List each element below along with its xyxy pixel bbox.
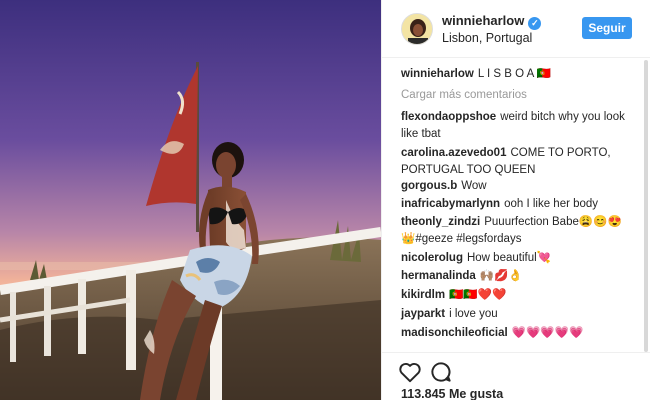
comment-text: Wow bbox=[461, 180, 487, 192]
comment-text: 🙌🏽💋👌 bbox=[479, 270, 523, 282]
comment-item: gorgous.b Wow bbox=[401, 178, 636, 195]
comment-username[interactable]: madisonchileoficial bbox=[401, 327, 508, 339]
post-side-panel: winnieharlow ✓ Lisbon, Portugal Seguir wi… bbox=[381, 0, 650, 400]
comment-item: madisonchileoficial 💗💗💗💗💗 bbox=[401, 325, 636, 342]
comment-username[interactable]: carolina.azevedo01 bbox=[401, 147, 506, 159]
load-more-comments-link[interactable]: Cargar más comentarios bbox=[401, 89, 527, 101]
post-header: winnieharlow ✓ Lisbon, Portugal Seguir bbox=[382, 0, 650, 58]
comment-username[interactable]: gorgous.b bbox=[401, 180, 457, 192]
heart-outline-icon[interactable] bbox=[397, 359, 423, 385]
avatar[interactable] bbox=[401, 13, 433, 45]
comment-item: kikirdlm 🇵🇹🇵🇹❤️❤️ bbox=[401, 287, 636, 304]
comment-username[interactable]: inafricabymarlynn bbox=[401, 198, 500, 210]
post-location[interactable]: Lisbon, Portugal bbox=[442, 31, 532, 45]
post-photo bbox=[0, 0, 381, 400]
post-username[interactable]: winnieharlow ✓ bbox=[442, 13, 542, 30]
comments-list: winnieharlow L I S B O A 🇵🇹 Cargar más co… bbox=[382, 64, 640, 352]
comment-text: i love you bbox=[449, 308, 498, 320]
comment-username[interactable]: nicolerolug bbox=[401, 252, 463, 264]
comment-item: nicolerolug How beautiful💘 bbox=[401, 250, 636, 267]
comment-username[interactable]: hermanalinda bbox=[401, 270, 476, 282]
post-username-text[interactable]: winnieharlow bbox=[442, 13, 524, 28]
comment-text: 💗💗💗💗💗 bbox=[511, 327, 584, 339]
comment-username[interactable]: kikirdlm bbox=[401, 289, 445, 301]
caption: winnieharlow L I S B O A 🇵🇹 bbox=[401, 66, 636, 83]
comment-item: hermanalinda 🙌🏽💋👌 bbox=[401, 268, 636, 285]
comment-username[interactable]: jayparkt bbox=[401, 308, 445, 320]
comment-item: inafricabymarlynn ooh I like her body bbox=[401, 196, 636, 213]
follow-button[interactable]: Seguir bbox=[582, 17, 632, 39]
verified-badge-icon: ✓ bbox=[528, 17, 542, 30]
caption-username[interactable]: winnieharlow bbox=[401, 68, 474, 80]
comment-item: carolina.azevedo01 COME TO PORTO, PORTUGA… bbox=[401, 145, 636, 178]
photo-scene bbox=[0, 0, 381, 400]
comment-item: jayparkt i love you bbox=[401, 306, 636, 323]
comment-item: flexondaoppshoe weird bitch why you look … bbox=[401, 109, 636, 142]
caption-text: L I S B O A 🇵🇹 bbox=[477, 68, 552, 80]
comment-item: theonly_zindzi Puuurfection Babe😩😊😍 👑#gee… bbox=[401, 214, 636, 247]
comments-scrollbar[interactable] bbox=[643, 60, 649, 352]
comment-text: ooh I like her body bbox=[504, 198, 599, 210]
comment-text: 🇵🇹🇵🇹❤️❤️ bbox=[449, 289, 507, 301]
post-actions: 113.845 Me gusta bbox=[382, 352, 650, 400]
likes-count[interactable]: 113.845 Me gusta bbox=[401, 387, 503, 400]
comment-username[interactable]: theonly_zindzi bbox=[401, 216, 480, 228]
avatar-image bbox=[402, 14, 432, 44]
comment-username[interactable]: flexondaoppshoe bbox=[401, 111, 496, 123]
speech-bubble-icon[interactable] bbox=[428, 359, 454, 385]
comment-text: How beautiful💘 bbox=[466, 252, 551, 264]
scrollbar-thumb[interactable] bbox=[644, 60, 648, 352]
